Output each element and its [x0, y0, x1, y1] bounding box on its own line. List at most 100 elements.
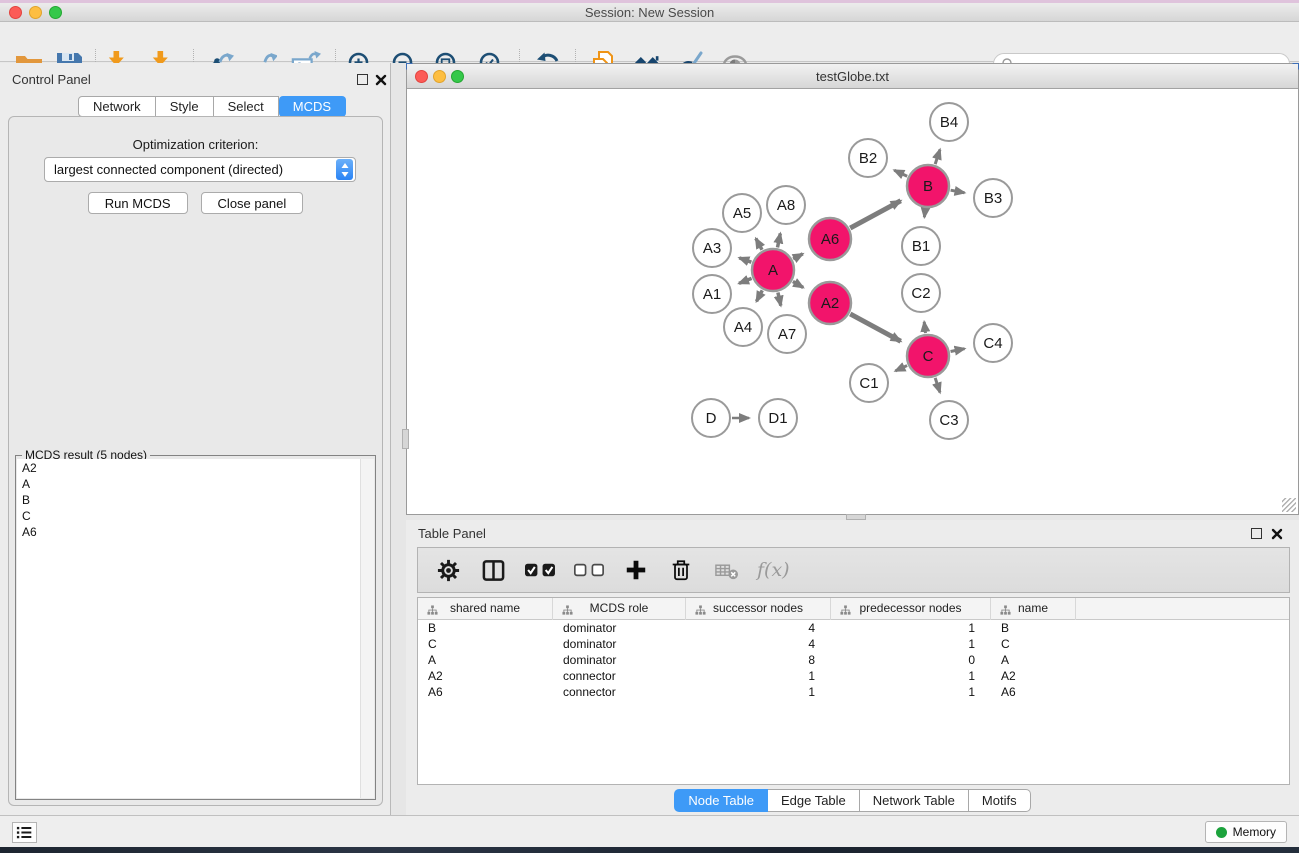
- desktop-background-strip: [0, 847, 1299, 853]
- float-table-panel-icon[interactable]: [1251, 528, 1262, 539]
- tab-edge-table[interactable]: Edge Table: [768, 789, 860, 812]
- mcds-panel: Optimization criterion: largest connecte…: [8, 116, 383, 806]
- tab-node-table[interactable]: Node Table: [674, 789, 768, 812]
- graph-edge-B-B1[interactable]: [924, 209, 925, 217]
- graph-edge-A-A6[interactable]: [793, 254, 803, 259]
- tab-network-table[interactable]: Network Table: [860, 789, 969, 812]
- close-panel-icon[interactable]: [375, 73, 387, 85]
- close-window-button[interactable]: [9, 6, 22, 19]
- result-item[interactable]: C: [17, 508, 360, 524]
- graph-edge-A-A1[interactable]: [739, 278, 752, 283]
- graph-edge-A-A5[interactable]: [756, 238, 762, 249]
- select-all-checkboxes-icon[interactable]: [524, 556, 556, 584]
- table-header-row: shared nameMCDS rolesuccessor nodesprede…: [418, 598, 1289, 620]
- result-item[interactable]: A6: [17, 524, 360, 540]
- table-row[interactable]: A6connector11A6: [418, 684, 1289, 700]
- column-header-predecessor-nodes[interactable]: predecessor nodes: [831, 598, 991, 620]
- graph-node-label: B1: [912, 238, 930, 255]
- column-header-MCDS-role[interactable]: MCDS role: [553, 598, 686, 620]
- network-window-titlebar[interactable]: testGlobe.txt: [407, 64, 1298, 89]
- column-header-name[interactable]: name: [991, 598, 1076, 620]
- add-column-icon[interactable]: [622, 556, 650, 584]
- split-divider-grip[interactable]: [402, 429, 409, 449]
- deselect-all-checkboxes-icon[interactable]: [573, 556, 605, 584]
- table-cell: connector: [553, 684, 686, 700]
- graph-edge-A-A8[interactable]: [778, 233, 781, 247]
- graph-edge-A-A2[interactable]: [793, 282, 803, 288]
- column-view-icon[interactable]: [479, 556, 507, 584]
- zoom-window-button[interactable]: [49, 6, 62, 19]
- column-header-shared-name[interactable]: shared name: [418, 598, 553, 620]
- graph-edge-B-B2[interactable]: [894, 170, 907, 176]
- select-stepper-icon: [336, 159, 353, 180]
- memory-button[interactable]: Memory: [1205, 821, 1287, 843]
- column-tree-icon: [1000, 603, 1011, 621]
- function-builder-icon[interactable]: f(x): [757, 559, 790, 581]
- graph-edge-A-A7[interactable]: [778, 292, 781, 305]
- control-panel-title: Control Panel: [12, 72, 91, 87]
- table-row[interactable]: Bdominator41B: [418, 620, 1289, 636]
- graph-edge-C-C2[interactable]: [924, 322, 925, 333]
- graph-edge-B-B3[interactable]: [951, 190, 965, 193]
- close-panel-button[interactable]: Close panel: [201, 192, 304, 214]
- result-scrollbar[interactable]: [360, 459, 374, 798]
- graph-edge-C-C4[interactable]: [951, 349, 965, 352]
- control-panel-tabs: NetworkStyleSelectMCDS: [78, 96, 346, 117]
- main-toolbar: [0, 22, 1299, 62]
- graph-edge-A2-C[interactable]: [850, 314, 901, 341]
- network-window-title: testGlobe.txt: [407, 64, 1298, 89]
- network-graph[interactable]: B4B2BB3A8A5A6A3B1AA1C2A2A4A7C4CC1DD1C3: [407, 89, 1298, 514]
- graph-edge-A6-B[interactable]: [850, 201, 901, 228]
- window-titlebar: Session: New Session: [0, 3, 1299, 22]
- memory-status-dot: [1216, 827, 1227, 838]
- table-cell: A: [418, 652, 553, 668]
- result-item[interactable]: A2: [17, 460, 360, 476]
- resize-grip-icon[interactable]: [1282, 498, 1296, 512]
- run-mcds-button[interactable]: Run MCDS: [88, 192, 188, 214]
- network-zoom-button[interactable]: [451, 70, 464, 83]
- table-cell: 1: [831, 684, 991, 700]
- network-window: testGlobe.txt B4B2BB3A8A5A6A3B1AA1C2A2A4…: [406, 63, 1299, 515]
- optimization-criterion-label: Optimization criterion:: [9, 137, 382, 152]
- table-cell: dominator: [553, 636, 686, 652]
- network-canvas[interactable]: B4B2BB3A8A5A6A3B1AA1C2A2A4A7C4CC1DD1C3: [407, 89, 1298, 514]
- table-row[interactable]: Adominator80A: [418, 652, 1289, 668]
- network-minimize-button[interactable]: [433, 70, 446, 83]
- table-panel-title: Table Panel: [418, 526, 486, 541]
- tab-motifs[interactable]: Motifs: [969, 789, 1031, 812]
- graph-edge-C-C3[interactable]: [935, 378, 940, 393]
- table-tabs: Node TableEdge TableNetwork TableMotifs: [406, 789, 1299, 812]
- window-title: Session: New Session: [0, 3, 1299, 22]
- trash-icon[interactable]: [667, 556, 695, 584]
- graph-node-label: D1: [768, 410, 787, 427]
- graph-edge-A-A3[interactable]: [739, 258, 751, 262]
- graph-node-label: A6: [821, 231, 839, 248]
- close-table-panel-icon[interactable]: [1271, 527, 1283, 539]
- tab-style[interactable]: Style: [156, 96, 214, 117]
- graph-edge-A-A4[interactable]: [757, 290, 763, 301]
- criterion-select[interactable]: largest connected component (directed): [44, 157, 356, 182]
- float-panel-icon[interactable]: [357, 74, 368, 85]
- column-tree-icon: [840, 603, 851, 621]
- minimize-window-button[interactable]: [29, 6, 42, 19]
- criterion-select-value: largest connected component (directed): [45, 162, 336, 177]
- cytoscape-app: Session: New Session: [0, 0, 1299, 853]
- gear-icon[interactable]: [434, 556, 462, 584]
- table-row[interactable]: A2connector11A2: [418, 668, 1289, 684]
- mcds-result-box: MCDS result (5 nodes) A2ABCA6: [15, 455, 376, 800]
- table-row[interactable]: Cdominator41C: [418, 636, 1289, 652]
- tab-select[interactable]: Select: [214, 96, 279, 117]
- tab-mcds[interactable]: MCDS: [279, 96, 346, 117]
- table-cell: dominator: [553, 620, 686, 636]
- column-header-successor-nodes[interactable]: successor nodes: [686, 598, 831, 620]
- result-item[interactable]: A: [17, 476, 360, 492]
- task-history-button[interactable]: [12, 822, 37, 843]
- delete-table-icon[interactable]: [712, 556, 740, 584]
- graph-edge-C-C1[interactable]: [895, 366, 907, 371]
- table-cell: 4: [686, 636, 831, 652]
- graph-node-label: C1: [859, 375, 878, 392]
- tab-network[interactable]: Network: [78, 96, 156, 117]
- network-close-button[interactable]: [415, 70, 428, 83]
- graph-edge-B-B4[interactable]: [935, 150, 940, 165]
- result-item[interactable]: B: [17, 492, 360, 508]
